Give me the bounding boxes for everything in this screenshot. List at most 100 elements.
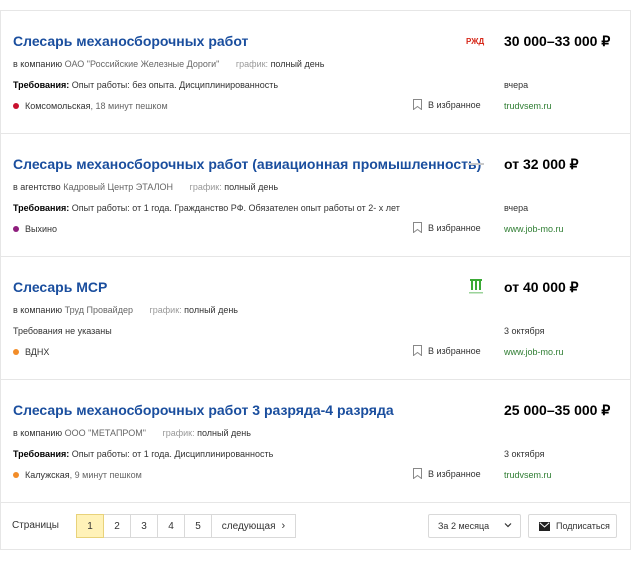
- company-prefix: в компанию: [13, 59, 63, 69]
- source-link[interactable]: www.job-mo.ru: [504, 224, 564, 234]
- pagination-bar: Страницы 1 2 3 4 5 следующая › За 2 меся…: [0, 514, 630, 538]
- metro-line-icon: [13, 472, 19, 478]
- company-link[interactable]: Труд Провайдер: [65, 305, 133, 315]
- vacancy-salary: от 40 000 ₽: [504, 279, 579, 295]
- requirements-label: Требования:: [13, 449, 70, 459]
- schedule-label: график:: [162, 428, 195, 438]
- subscribe-label: Подписаться: [556, 521, 610, 531]
- metro-station: ВДНХ: [13, 347, 49, 357]
- rzd-logo-icon[interactable]: РЖД: [463, 31, 489, 51]
- vacancy-card: Слесарь механосборочных работ 3 разряда-…: [1, 380, 630, 503]
- vacancy-salary: 25 000–35 000 ₽: [504, 402, 611, 418]
- bookmark-icon: [413, 99, 422, 110]
- requirements-text: Опыт работы: от 1 года. Гражданство РФ. …: [71, 203, 400, 213]
- next-page-label: следующая: [221, 520, 276, 532]
- metro-name: Выхино: [25, 224, 57, 234]
- chevron-right-icon: ›: [281, 520, 286, 532]
- requirements: Требования: Опыт работы: без опыта. Дисц…: [13, 80, 278, 90]
- schedule-value: полный день: [224, 182, 279, 192]
- metro-station: Выхино: [13, 224, 57, 234]
- pages-label: Страницы: [12, 520, 59, 531]
- schedule-label: график:: [149, 305, 182, 315]
- schedule-value: полный день: [197, 428, 251, 438]
- add-to-favorites-button[interactable]: В избранное: [413, 222, 481, 233]
- vacancy-card: Слесарь МСР от 40 000 ₽ в компанию Труд …: [1, 257, 630, 380]
- page-5-button[interactable]: 5: [184, 514, 212, 538]
- next-page-button[interactable]: следующая ›: [211, 514, 296, 538]
- vacancy-title-link[interactable]: Слесарь механосборочных работ (авиационн…: [13, 156, 481, 172]
- vacancy-date: 3 октября: [504, 449, 545, 459]
- favorites-label: В избранное: [428, 99, 481, 110]
- metro-name: ВДНХ: [25, 347, 50, 357]
- company-line: в компанию ОАО "Российские Железные Доро…: [13, 59, 324, 69]
- company-link[interactable]: Кадровый Центр ЭТАЛОН: [63, 182, 173, 192]
- metro-walk-time: , 18 минут пешком: [90, 101, 168, 111]
- period-value: За 2 месяца: [438, 521, 490, 531]
- source-link[interactable]: trudvsem.ru: [504, 470, 552, 480]
- vacancy-card: Слесарь механосборочных работ РЖД 30 000…: [1, 11, 630, 134]
- page-3-button[interactable]: 3: [130, 514, 158, 538]
- company-link[interactable]: ОАО "Российские Железные Дороги": [65, 59, 220, 69]
- bookmark-icon: [413, 468, 422, 479]
- vacancy-date: вчера: [504, 203, 529, 213]
- schedule-label: график:: [189, 182, 222, 192]
- page-2-button[interactable]: 2: [103, 514, 131, 538]
- favorites-label: В избранное: [428, 222, 481, 233]
- page-1-button[interactable]: 1: [76, 514, 104, 538]
- etalon-logo-icon[interactable]: [463, 154, 489, 174]
- requirements: Требования не указаны: [13, 326, 112, 336]
- metro-station: Комсомольская , 18 минут пешком: [13, 101, 168, 111]
- company-line: в компанию ООО "МЕТАПРОМ" график: полный…: [13, 428, 251, 438]
- vacancy-title-link[interactable]: Слесарь механосборочных работ: [13, 33, 248, 49]
- company-link[interactable]: ООО "МЕТАПРОМ": [65, 428, 146, 438]
- requirements: Требования: Опыт работы: от 1 года. Дисц…: [13, 449, 273, 459]
- company-line: в агентство Кадровый Центр ЭТАЛОН график…: [13, 182, 278, 192]
- favorites-label: В избранное: [428, 468, 481, 479]
- vacancy-title-link[interactable]: Слесарь МСР: [13, 279, 107, 295]
- requirements-label: Требования:: [13, 80, 70, 90]
- requirements-text: Требования не указаны: [13, 326, 112, 336]
- source-link[interactable]: trudvsem.ru: [504, 101, 552, 111]
- metro-name: Калужская: [25, 470, 70, 480]
- trud-provider-logo-icon[interactable]: [463, 277, 489, 297]
- bookmark-icon: [413, 222, 422, 233]
- company-prefix: в агентство: [13, 182, 61, 192]
- schedule-label: график:: [235, 59, 269, 69]
- search-results-page: Слесарь механосборочных работ РЖД 30 000…: [0, 0, 640, 575]
- vacancy-date: 3 октября: [504, 326, 545, 336]
- vacancy-salary: от 32 000 ₽: [504, 156, 579, 172]
- page-4-button[interactable]: 4: [157, 514, 185, 538]
- source-link[interactable]: www.job-mo.ru: [504, 347, 564, 357]
- metro-walk-time: , 9 минут пешком: [69, 470, 142, 480]
- schedule-value: полный день: [184, 305, 238, 315]
- metro-line-icon: [13, 226, 19, 232]
- vacancy-salary: 30 000–33 000 ₽: [504, 33, 611, 49]
- requirements-label: Требования:: [13, 203, 70, 213]
- metro-name: Комсомольская: [25, 101, 91, 111]
- add-to-favorites-button[interactable]: В избранное: [413, 468, 481, 479]
- metro-line-icon: [13, 103, 19, 109]
- frame-border-right: [630, 10, 631, 550]
- requirements: Требования: Опыт работы: от 1 года. Граж…: [13, 203, 400, 213]
- add-to-favorites-button[interactable]: В избранное: [413, 345, 481, 356]
- schedule-value: полный день: [270, 59, 325, 69]
- requirements-text: Опыт работы: без опыта. Дисциплинированн…: [71, 80, 279, 90]
- vacancy-title-link[interactable]: Слесарь механосборочных работ 3 разряда-…: [13, 402, 394, 418]
- vacancy-card: Слесарь механосборочных работ (авиационн…: [1, 134, 630, 257]
- company-line: в компанию Труд Провайдер график: полный…: [13, 305, 238, 315]
- add-to-favorites-button[interactable]: В избранное: [413, 99, 481, 110]
- bookmark-icon: [413, 345, 422, 356]
- vacancy-date: вчера: [504, 80, 529, 90]
- favorites-label: В избранное: [428, 345, 481, 356]
- metro-station: Калужская , 9 минут пешком: [13, 470, 142, 480]
- page-list: 1 2 3 4 5 следующая ›: [76, 514, 296, 538]
- svg-text:РЖД: РЖД: [466, 37, 484, 46]
- company-prefix: в компанию: [13, 428, 63, 438]
- metro-line-icon: [13, 349, 19, 355]
- period-select[interactable]: За 2 месяца: [428, 514, 521, 538]
- frame-border-bottom: [0, 549, 630, 550]
- requirements-text: Опыт работы: от 1 года. Дисциплинированн…: [71, 449, 274, 459]
- chevron-down-icon: [504, 523, 512, 528]
- company-prefix: в компанию: [13, 305, 63, 315]
- subscribe-button[interactable]: Подписаться: [528, 514, 617, 538]
